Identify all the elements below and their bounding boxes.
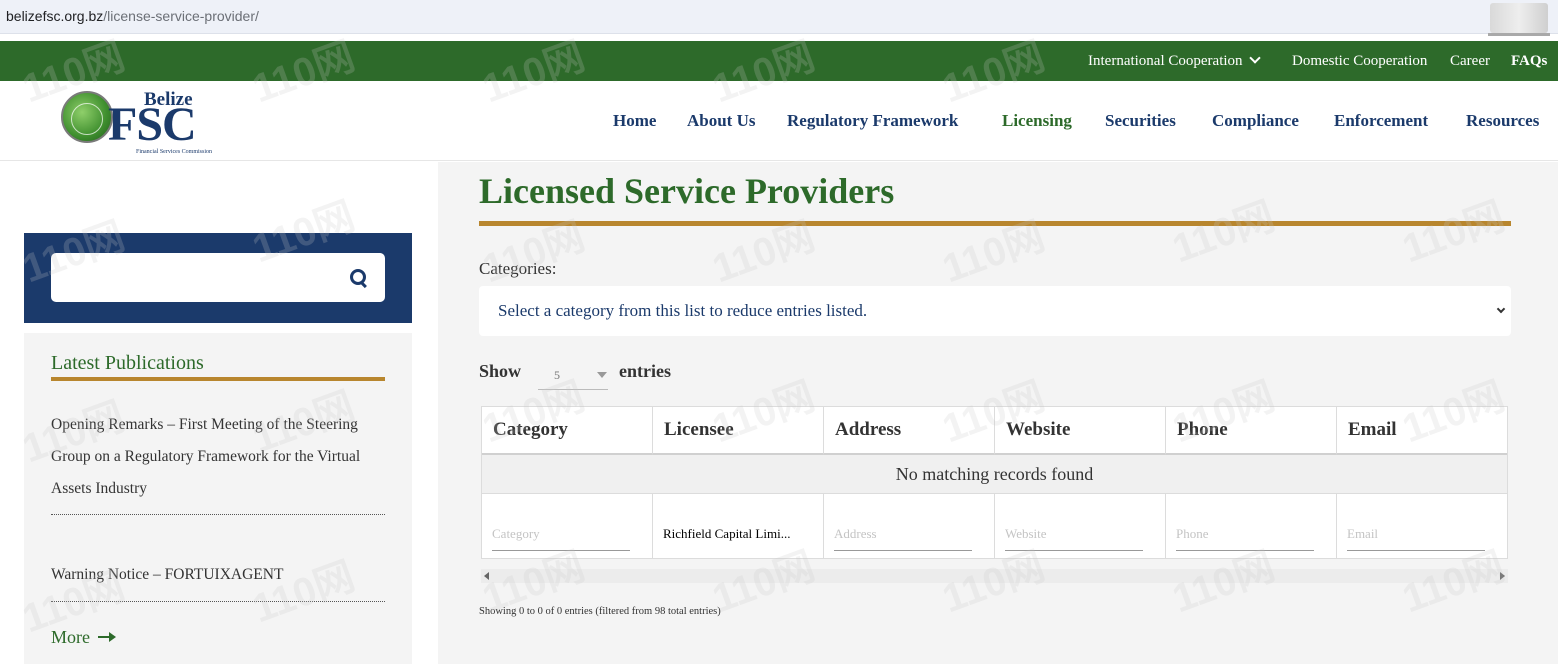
column-header-label: Address	[835, 419, 902, 440]
url-text[interactable]: belizefsc.org.bz/license-service-provide…	[6, 8, 259, 24]
caret-down-icon	[597, 372, 607, 378]
empty-table-row: No matching records found	[482, 455, 1507, 494]
category-select[interactable]: Select a category from this list to redu…	[479, 286, 1511, 336]
globe-icon	[61, 91, 113, 143]
nav-resources[interactable]: Resources	[1466, 111, 1539, 131]
page-length-value: 5	[554, 368, 560, 382]
publication-divider	[51, 514, 385, 515]
column-header-address[interactable]: Address	[824, 407, 995, 455]
international-cooperation-link[interactable]: International Cooperation	[1088, 52, 1261, 70]
filter-cell-licensee	[653, 494, 824, 558]
column-header-label: Category	[493, 419, 568, 440]
nav-securities[interactable]: Securities	[1105, 111, 1176, 131]
filter-email-input[interactable]	[1347, 517, 1485, 551]
filter-category-input[interactable]	[492, 517, 630, 551]
latest-publications-title: Latest Publications	[51, 352, 204, 374]
column-header-email[interactable]: Email	[1337, 407, 1507, 455]
column-header-phone[interactable]: Phone	[1166, 407, 1337, 455]
nav-regulatory-framework[interactable]: Regulatory Framework	[787, 111, 958, 131]
category-select-value: Select a category from this list to redu…	[498, 301, 868, 320]
profile-avatar[interactable]	[1490, 3, 1548, 33]
filter-cell-email	[1337, 494, 1507, 558]
title-rule	[479, 221, 1511, 226]
filter-licensee-input[interactable]	[663, 517, 801, 551]
browser-address-bar[interactable]: belizefsc.org.bz/license-service-provide…	[0, 0, 1558, 36]
scroll-left-arrow-icon[interactable]	[484, 572, 489, 580]
column-header-licensee[interactable]: Licensee	[653, 407, 824, 455]
filter-address-input[interactable]	[834, 517, 972, 551]
sidebar-search-input[interactable]	[51, 253, 385, 302]
column-header-label: Phone	[1177, 419, 1228, 440]
top-utility-bar: International Cooperation Domestic Coope…	[0, 41, 1558, 81]
filter-website-input[interactable]	[1005, 517, 1143, 551]
publication-link[interactable]: Opening Remarks – First Meeting of the S…	[51, 409, 385, 505]
url-domain: belizefsc.org.bz	[6, 8, 104, 24]
chevron-down-icon	[1496, 304, 1506, 314]
providers-table: Category Licensee Address Website Phone …	[481, 406, 1508, 559]
nav-licensing[interactable]: Licensing	[1002, 111, 1072, 131]
publication-divider	[51, 601, 385, 602]
filter-cell-website	[995, 494, 1166, 558]
filter-cell-phone	[1166, 494, 1337, 558]
latest-publications-panel: Latest Publications Opening Remarks – Fi…	[24, 333, 412, 664]
more-label: More	[51, 627, 90, 647]
international-cooperation-label: International Cooperation	[1088, 53, 1243, 69]
filter-phone-input[interactable]	[1176, 517, 1314, 551]
column-header-label: Licensee	[664, 419, 734, 440]
column-header-label: Website	[1006, 419, 1071, 440]
more-publications-link[interactable]: More	[51, 627, 116, 648]
avatar-underline	[1488, 33, 1550, 36]
nav-about-us[interactable]: About Us	[687, 111, 756, 131]
column-header-category[interactable]: Category	[482, 407, 653, 455]
filter-cell-category	[482, 494, 653, 558]
belize-fsc-logo[interactable]: Belize FSC Financial Services Commission	[58, 89, 218, 155]
search-icon[interactable]	[350, 269, 368, 287]
career-link[interactable]: Career	[1450, 53, 1490, 70]
page-length-select[interactable]: 5	[538, 360, 608, 390]
domestic-cooperation-link[interactable]: Domestic Cooperation	[1292, 53, 1427, 70]
entries-label: entries	[619, 361, 671, 381]
table-horizontal-scrollbar[interactable]	[481, 569, 1508, 583]
publications-title-rule	[51, 377, 385, 381]
logo-fsc-text: FSC	[108, 98, 197, 151]
chevron-down-icon	[1248, 52, 1261, 64]
sidebar-search-panel	[24, 233, 412, 323]
url-path: /license-service-provider/	[103, 8, 259, 24]
page-title: Licensed Service Providers	[479, 171, 895, 211]
show-label: Show	[479, 361, 522, 381]
publication-link[interactable]: Warning Notice – FORTUIXAGENT	[51, 559, 385, 591]
empty-message: No matching records found	[895, 464, 1094, 484]
faqs-link[interactable]: FAQs	[1511, 53, 1547, 70]
logo-subtitle: Financial Services Commission	[136, 149, 212, 155]
categories-label: Categories:	[479, 259, 557, 278]
filter-cell-address	[824, 494, 995, 558]
column-header-label: Email	[1348, 419, 1397, 440]
nav-enforcement[interactable]: Enforcement	[1334, 111, 1428, 131]
site-header: Belize FSC Financial Services Commission…	[0, 81, 1558, 161]
column-header-website[interactable]: Website	[995, 407, 1166, 455]
nav-compliance[interactable]: Compliance	[1212, 111, 1299, 131]
arrow-right-icon	[98, 632, 116, 642]
table-info: Showing 0 to 0 of 0 entries (filtered fr…	[479, 606, 721, 617]
nav-home[interactable]: Home	[613, 111, 656, 131]
scroll-right-arrow-icon[interactable]	[1500, 572, 1505, 580]
